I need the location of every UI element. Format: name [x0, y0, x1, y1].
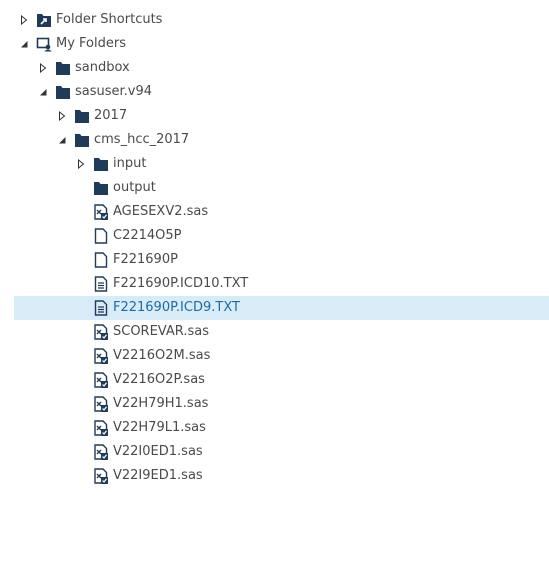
shortcut-folder-icon	[36, 12, 52, 28]
folder-icon	[55, 84, 71, 100]
tree-item-label: 2017	[94, 108, 128, 123]
sas-program-icon	[93, 468, 109, 484]
tree-item-label: SCOREVAR.sas	[113, 324, 209, 339]
tree-item-label: Folder Shortcuts	[56, 12, 163, 27]
tree-item-file[interactable]: C2214O5P	[0, 224, 549, 248]
sas-program-icon	[93, 420, 109, 436]
sas-program-icon	[93, 324, 109, 340]
tree-item-file[interactable]: V22H79L1.sas	[0, 416, 549, 440]
sas-program-icon	[93, 396, 109, 412]
folder-icon	[74, 108, 90, 124]
tree-item-file[interactable]: V2216O2P.sas	[0, 368, 549, 392]
tree-item-sasuser[interactable]: sasuser.v94	[0, 80, 549, 104]
tree-item-folder-shortcuts[interactable]: Folder Shortcuts	[0, 8, 549, 32]
text-file-icon	[93, 300, 109, 316]
tree-item-label: AGESEXV2.sas	[113, 204, 209, 219]
blank-file-icon	[93, 252, 109, 268]
tree-item-label: V22H79H1.sas	[113, 396, 209, 411]
folder-icon	[93, 156, 109, 172]
sas-program-icon	[93, 348, 109, 364]
tree-item-label: cms_hcc_2017	[94, 132, 190, 147]
tree-item-label: V2216O2P.sas	[113, 372, 205, 387]
text-file-icon	[93, 276, 109, 292]
tree-item-label: V22H79L1.sas	[113, 420, 206, 435]
tree-item-label: C2214O5P	[113, 228, 182, 243]
tree-item-label: F221690P.ICD9.TXT	[113, 300, 240, 315]
tree-item-label: F221690P	[113, 252, 178, 267]
tree-item-label: input	[113, 156, 147, 171]
file-tree: Folder Shortcuts My Folders sandbox sasu…	[0, 0, 549, 566]
tree-item-label: sandbox	[75, 60, 130, 75]
folder-icon	[55, 60, 71, 76]
expand-arrow-icon[interactable]	[18, 14, 30, 26]
collapse-arrow-icon[interactable]	[18, 38, 30, 50]
collapse-arrow-icon[interactable]	[56, 134, 68, 146]
tree-item-label: V22I0ED1.sas	[113, 444, 203, 459]
tree-item-file[interactable]: V22H79H1.sas	[0, 392, 549, 416]
tree-item-file[interactable]: SCOREVAR.sas	[0, 320, 549, 344]
sas-program-icon	[93, 372, 109, 388]
tree-item-file[interactable]: V22I0ED1.sas	[0, 440, 549, 464]
expand-arrow-icon[interactable]	[56, 110, 68, 122]
tree-item-label: V2216O2M.sas	[113, 348, 211, 363]
tree-item-label: output	[113, 180, 156, 195]
blank-file-icon	[93, 228, 109, 244]
tree-item-file[interactable]: AGESEXV2.sas	[0, 200, 549, 224]
folder-icon	[93, 180, 109, 196]
sas-program-icon	[93, 444, 109, 460]
tree-item-label: sasuser.v94	[75, 84, 153, 99]
tree-item-label: My Folders	[56, 36, 126, 51]
tree-item-cms-hcc-2017[interactable]: cms_hcc_2017	[0, 128, 549, 152]
tree-item-label: V22I9ED1.sas	[113, 468, 203, 483]
expand-arrow-icon[interactable]	[37, 62, 49, 74]
tree-item-sandbox[interactable]: sandbox	[0, 56, 549, 80]
sas-program-icon	[93, 204, 109, 220]
my-folders-icon	[36, 36, 52, 52]
tree-item-file[interactable]: F221690P	[0, 248, 549, 272]
folder-icon	[74, 132, 90, 148]
tree-item-file[interactable]: F221690P.ICD9.TXT	[14, 296, 549, 320]
tree-item-file[interactable]: V22I9ED1.sas	[0, 464, 549, 488]
tree-item-my-folders[interactable]: My Folders	[0, 32, 549, 56]
tree-item-2017[interactable]: 2017	[0, 104, 549, 128]
tree-item-file[interactable]: F221690P.ICD10.TXT	[0, 272, 549, 296]
tree-item-input[interactable]: input	[0, 152, 549, 176]
tree-item-output[interactable]: output	[0, 176, 549, 200]
tree-item-file[interactable]: V2216O2M.sas	[0, 344, 549, 368]
collapse-arrow-icon[interactable]	[37, 86, 49, 98]
expand-arrow-icon[interactable]	[75, 158, 87, 170]
tree-item-label: F221690P.ICD10.TXT	[113, 276, 249, 291]
